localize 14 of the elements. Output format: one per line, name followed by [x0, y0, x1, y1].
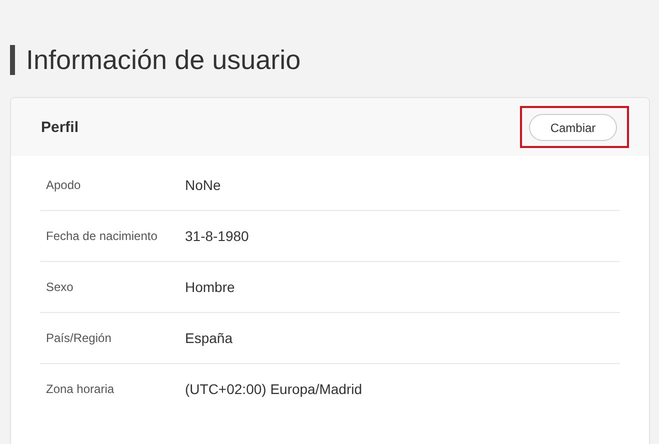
field-value: NoNe [185, 177, 221, 193]
page-title: Información de usuario [26, 44, 301, 76]
field-label: País/Región [45, 331, 112, 345]
card-title: Perfil [41, 118, 79, 136]
field-value: (UTC+02:00) Europa/Madrid [185, 381, 362, 397]
field-label: Fecha de nacimiento [45, 229, 158, 243]
change-button[interactable]: Cambiar [529, 114, 617, 141]
field-value: España [185, 330, 232, 346]
title-accent-bar [10, 45, 15, 75]
field-value: Hombre [185, 279, 235, 295]
field-label: Zona horaria [45, 382, 116, 396]
field-label: Apodo [45, 178, 82, 192]
field-value: 31-8-1980 [185, 228, 249, 244]
field-label: Sexo [45, 280, 74, 294]
